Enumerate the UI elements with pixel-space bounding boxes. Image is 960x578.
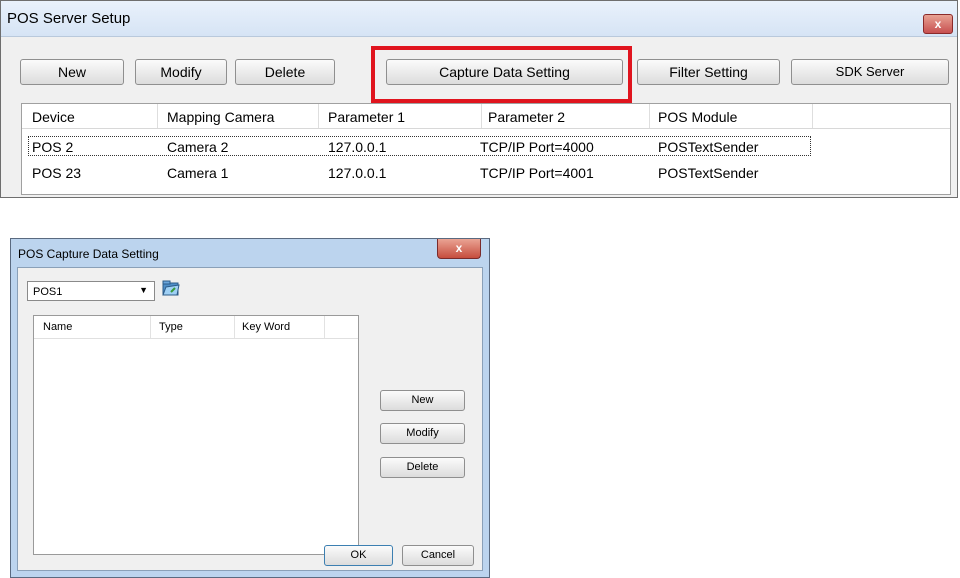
column-header[interactable]: Device (32, 109, 75, 125)
cancel-button[interactable]: Cancel (402, 545, 474, 566)
table-cell: 127.0.0.1 (328, 165, 387, 181)
folder-icon (162, 280, 180, 296)
column-header[interactable]: Mapping Camera (167, 109, 274, 125)
column-header[interactable]: Parameter 2 (488, 109, 565, 125)
column-header[interactable]: Type (159, 321, 183, 333)
modify-button[interactable]: Modify (135, 59, 227, 85)
table-cell: POSTextSender (658, 139, 759, 155)
column-header[interactable]: POS Module (658, 109, 737, 125)
table-cell: Camera 1 (167, 165, 229, 181)
browse-button[interactable] (162, 279, 180, 297)
new-button[interactable]: New (20, 59, 124, 85)
dialog-client-area: POS1 ▼ Name Type Key Word New Modify Del… (17, 267, 483, 571)
table-cell: TCP/IP Port=4000 (480, 139, 594, 155)
column-header[interactable]: Parameter 1 (328, 109, 405, 125)
pos-capture-data-setting-dialog: POS Capture Data Setting x POS1 ▼ Name T… (10, 238, 490, 578)
ok-button[interactable]: OK (324, 545, 393, 566)
delete-field-button[interactable]: Delete (380, 457, 465, 478)
window-title: POS Server Setup (7, 10, 131, 27)
new-field-button[interactable]: New (380, 390, 465, 411)
pos-device-select[interactable]: POS1 ▼ (27, 281, 155, 301)
table-cell: POS 23 (32, 165, 82, 181)
table-header: Name Type Key Word (34, 316, 358, 339)
sdk-server-button[interactable]: SDK Server (791, 59, 949, 85)
filter-setting-button[interactable]: Filter Setting (637, 59, 780, 85)
select-value: POS1 (33, 286, 63, 298)
chevron-down-icon: ▼ (139, 285, 148, 295)
table-cell: POSTextSender (658, 165, 759, 181)
capture-field-table: Name Type Key Word (33, 315, 359, 555)
table-cell: Camera 2 (167, 139, 229, 155)
pos-server-setup-window: POS Server Setup x New Modify Delete Cap… (0, 0, 958, 198)
table-cell: TCP/IP Port=4001 (480, 165, 594, 181)
close-icon: x (934, 17, 942, 31)
close-icon: x (455, 241, 463, 255)
dialog-close-button[interactable]: x (437, 239, 481, 259)
table-header: Device Mapping Camera Parameter 1 Parame… (22, 104, 950, 129)
table-cell: POS 2 (32, 139, 74, 155)
modify-field-button[interactable]: Modify (380, 423, 465, 444)
pos-device-table: Device Mapping Camera Parameter 1 Parame… (21, 103, 951, 195)
title-bar: POS Server Setup x (1, 1, 957, 37)
close-button[interactable]: x (923, 14, 953, 34)
delete-button[interactable]: Delete (235, 59, 335, 85)
column-header[interactable]: Key Word (242, 321, 290, 333)
column-header[interactable]: Name (43, 321, 72, 333)
highlight-box (371, 46, 632, 103)
table-cell: 127.0.0.1 (328, 139, 387, 155)
dialog-title: POS Capture Data Setting (18, 247, 159, 261)
